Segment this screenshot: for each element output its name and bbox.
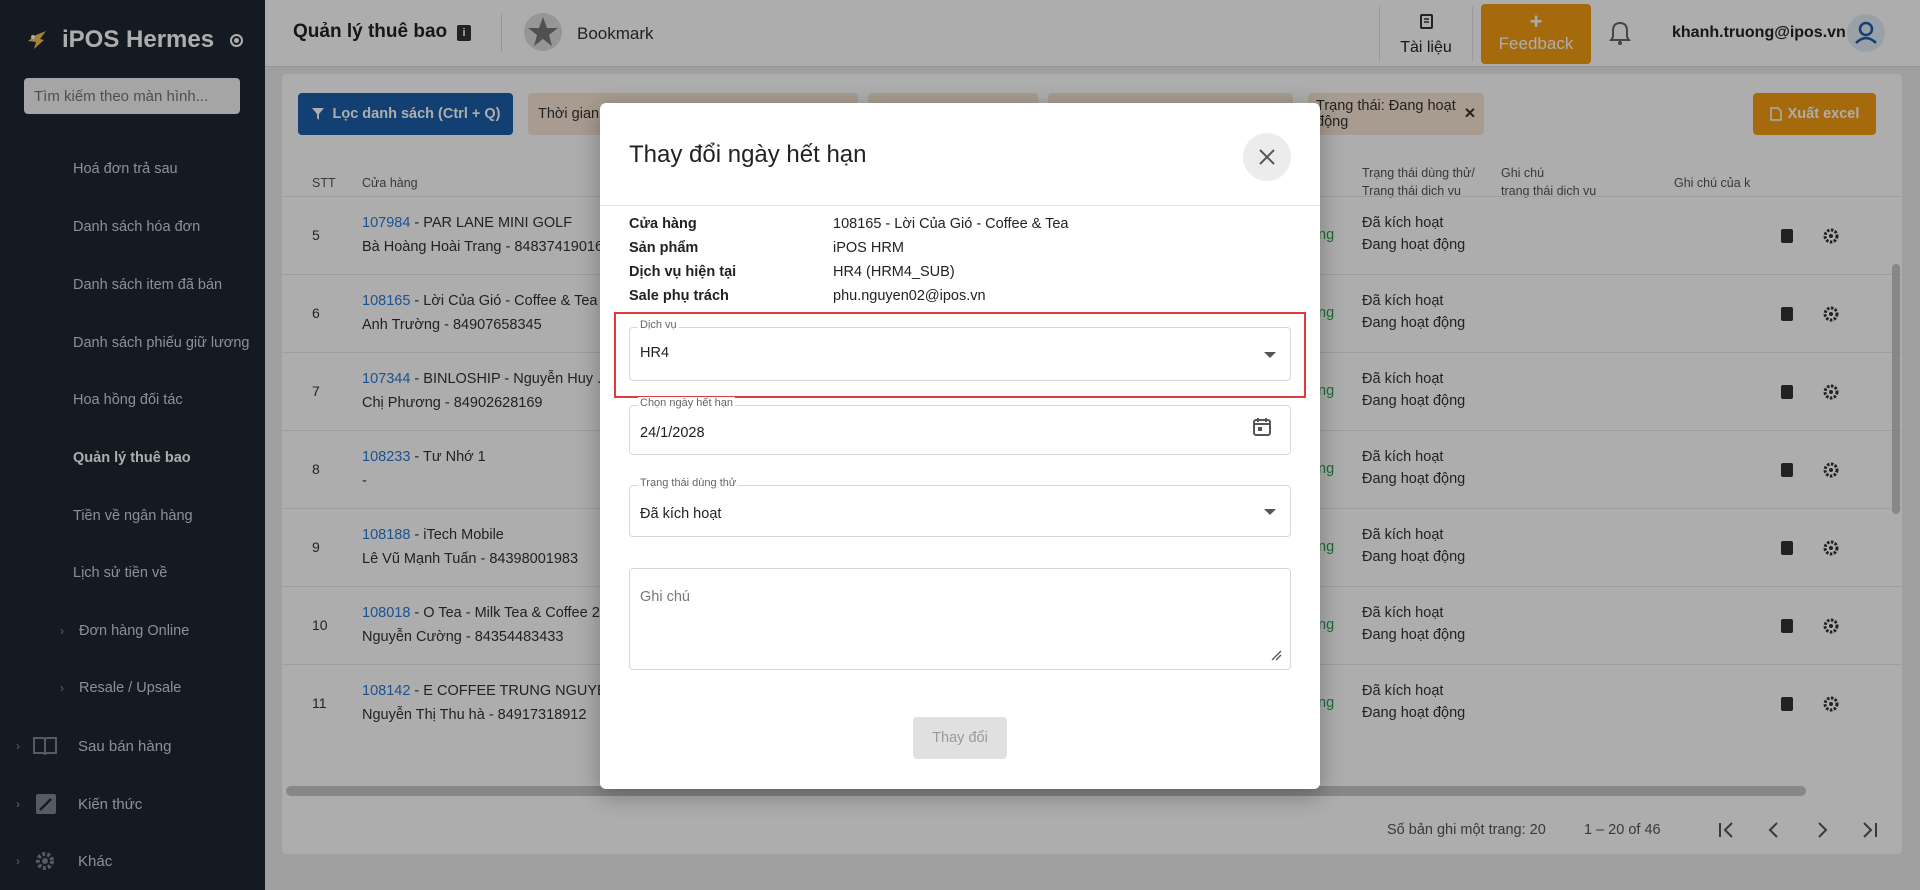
highlight-box (614, 312, 1306, 398)
chevron-down-icon (1264, 509, 1276, 515)
info-value: HR4 (HRM4_SUB) (833, 264, 955, 280)
info-value: phu.nguyen02@ipos.vn (833, 288, 986, 304)
field-value: Đã kích hoạt (640, 506, 722, 522)
expiry-date-field[interactable]: Chọn ngày hết hạn 24/1/2028 (629, 397, 1291, 455)
field-label: Chọn ngày hết hạn (638, 397, 735, 409)
note-placeholder: Ghi chú (640, 589, 690, 605)
info-value: iPOS HRM (833, 240, 904, 256)
close-button[interactable] (1243, 133, 1291, 181)
trial-status-select[interactable]: Trạng thái dùng thử Đã kích hoạt (629, 477, 1291, 537)
info-label: Cửa hàng (629, 216, 697, 232)
note-textarea[interactable]: Ghi chú (629, 568, 1291, 670)
field-value: 24/1/2028 (640, 425, 705, 441)
change-expiry-dialog: Thay đổi ngày hết hạn Cửa hàng 108165 - … (600, 103, 1320, 789)
info-value: 108165 - Lời Của Gió - Coffee & Tea (833, 216, 1069, 232)
resize-handle-icon[interactable] (1270, 649, 1282, 661)
dialog-title: Thay đổi ngày hết hạn (629, 141, 867, 168)
divider (600, 205, 1320, 206)
info-label: Sản phẩm (629, 240, 699, 256)
close-icon (1259, 149, 1275, 165)
submit-button[interactable]: Thay đổi (913, 717, 1007, 759)
info-label: Sale phụ trách (629, 288, 729, 304)
info-label: Dịch vụ hiện tại (629, 264, 737, 280)
field-label: Trạng thái dùng thử (638, 477, 739, 489)
calendar-icon[interactable] (1252, 417, 1272, 437)
